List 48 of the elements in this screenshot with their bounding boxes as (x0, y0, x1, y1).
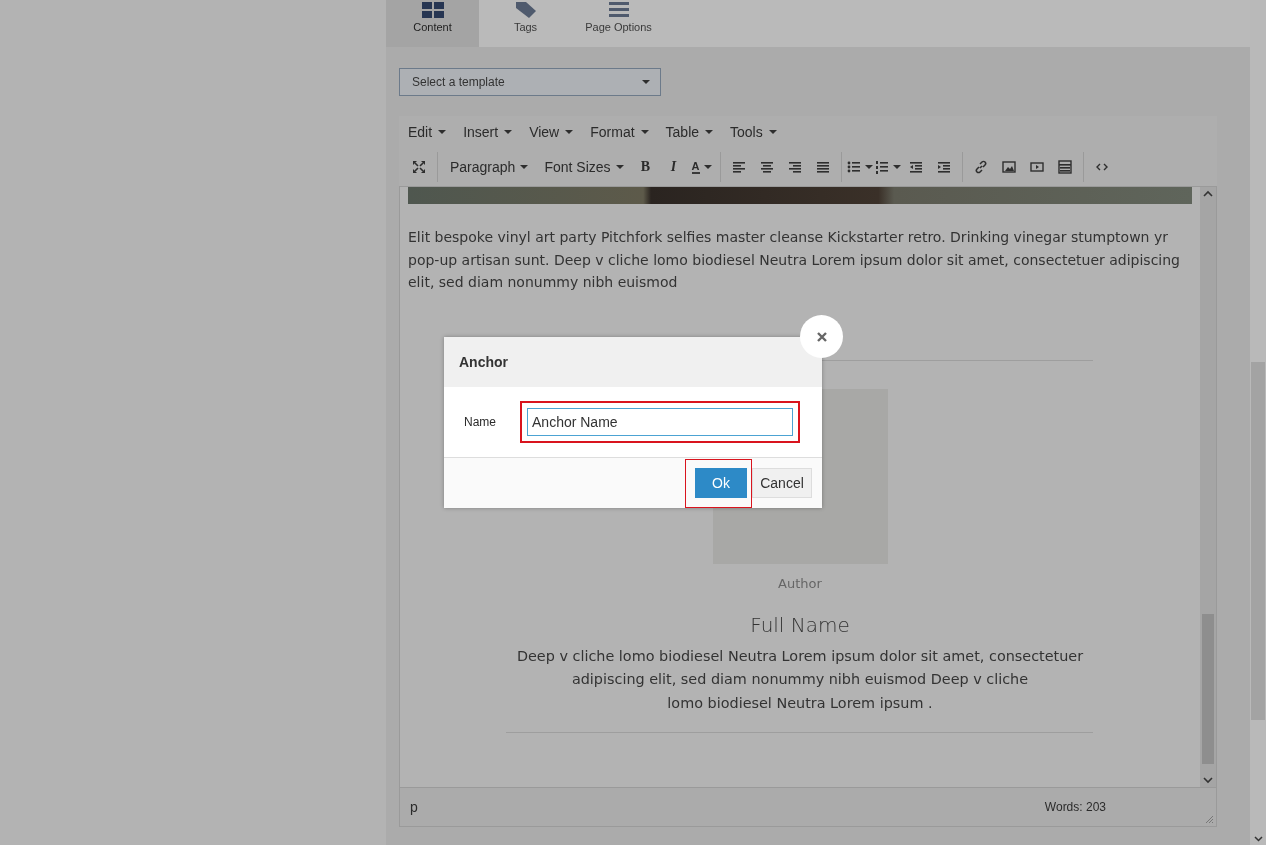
ok-button[interactable]: Ok (695, 467, 747, 498)
scrollbar[interactable] (1200, 187, 1216, 787)
caret-icon (520, 165, 529, 169)
resize-grip-icon[interactable] (1205, 815, 1214, 824)
caret-icon (864, 165, 873, 169)
bold-button[interactable]: B (631, 154, 660, 180)
word-count: Words: 203 (1044, 800, 1106, 814)
cancel-button[interactable]: Cancel (752, 468, 812, 498)
caret-icon (768, 130, 777, 134)
menu-item[interactable]: Table (665, 124, 714, 140)
font-size-dropdown[interactable]: Font Sizes (536, 154, 632, 180)
template-select[interactable]: Select a template (399, 68, 661, 96)
author-name: Full Name (750, 612, 850, 637)
anchor-name-input[interactable]: Anchor Name (527, 408, 793, 436)
caret-icon (642, 80, 650, 84)
tab[interactable]: Page Options (572, 0, 665, 47)
body-paragraph: Elit bespoke vinyl art party Pitchfork selfies master cleanse Kickstarter retro. Drinking vinegar stumptown yr pop-up artisan sunt. Deep v cliche lomo biodiesel Neutra Lorem ipsum dolor sit amet, consectetuer adipiscing elit, sed diam nonummy nibh euismod (408, 228, 1181, 292)
menu-item[interactable]: View (529, 124, 574, 140)
tag-icon (513, 2, 538, 18)
menu-item[interactable]: Format (590, 124, 649, 140)
caret-icon (438, 130, 447, 134)
author-bio: Deep v cliche lomo biodiesel Neutra Lorem ipsum dolor sit amet, consectetuer adipiscing elit, sed diam nonummy nibh euismod Deep v cliche lomo biodiesel Neutra Lorem ipsum . (515, 646, 1085, 713)
field-label: Name (464, 415, 496, 429)
caret-icon (565, 130, 574, 134)
block-format-dropdown[interactable]: Paragraph (442, 154, 537, 180)
text-color-button[interactable]: A (687, 154, 716, 180)
caret-icon (615, 165, 624, 169)
tab[interactable]: Content (386, 0, 479, 47)
caret-icon (504, 130, 513, 134)
italic-button[interactable]: I (659, 154, 688, 180)
numbered-list-icon (874, 160, 889, 174)
grid-icon (421, 2, 444, 18)
caret-icon (892, 165, 901, 169)
menu-item[interactable]: Insert (463, 124, 513, 140)
caret-icon (703, 165, 712, 169)
bullet-list-icon (846, 160, 861, 174)
tab[interactable]: Tags (479, 0, 572, 47)
caret-icon (705, 130, 714, 134)
caret-icon (640, 130, 649, 134)
menu-item[interactable]: Tools (730, 124, 777, 140)
menu-icon (608, 2, 629, 18)
scroll-down-icon[interactable] (1254, 836, 1263, 842)
photo-caption: Author (778, 575, 822, 591)
page-scrollbar[interactable] (1250, 0, 1266, 845)
close-icon (816, 331, 827, 342)
element-path[interactable]: p (410, 799, 418, 815)
menu-item[interactable]: Edit (408, 124, 447, 140)
dialog-title: Anchor (444, 337, 822, 387)
